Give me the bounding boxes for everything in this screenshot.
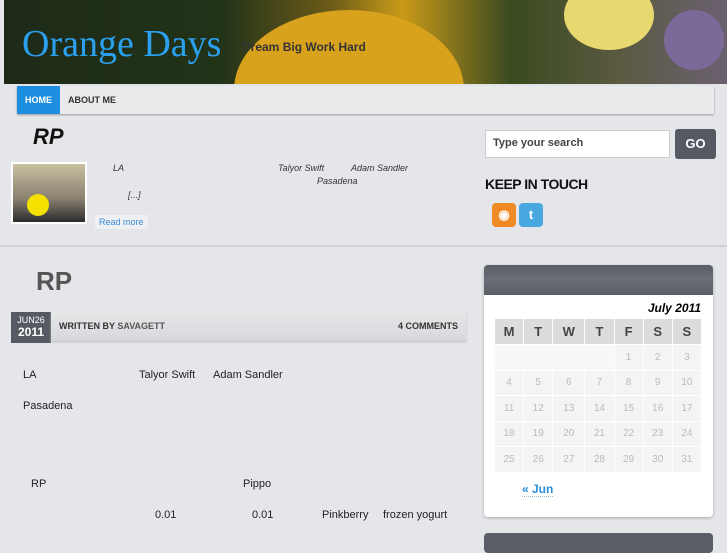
featured-excerpt-text: Adam Sandler bbox=[351, 163, 409, 173]
post-body-text: LA bbox=[23, 369, 37, 381]
calendar-empty-cell bbox=[495, 345, 614, 370]
post-body-text: Pasadena bbox=[23, 400, 73, 412]
calendar-day: 11 bbox=[495, 396, 524, 421]
calendar-table: MTWTFSS 1 2 3 4 5 6 7 8 9 10 11 12 13 14 15 16 17 18 19 20 2… bbox=[494, 318, 702, 473]
calendar-day: 21 bbox=[585, 421, 614, 446]
calendar-day: 28 bbox=[585, 447, 614, 472]
post-date-badge: JUN26 2011 bbox=[11, 312, 51, 343]
calendar-weekday-header: M bbox=[495, 319, 524, 344]
post-body-text: Pippo bbox=[243, 478, 272, 490]
nav-home[interactable]: HOME bbox=[17, 86, 60, 114]
calendar-day: 18 bbox=[495, 421, 524, 446]
calendar-day: 12 bbox=[524, 396, 553, 421]
post-meta-bar: WRITTEN BY SAVAGETT 4 COMMENTS bbox=[51, 312, 466, 341]
calendar-prev-month-link[interactable]: « Jun bbox=[522, 482, 554, 497]
post-body-text: 0.01 bbox=[155, 509, 177, 521]
author-link[interactable]: SAVAGETT bbox=[117, 321, 165, 331]
calendar-day: 23 bbox=[643, 421, 672, 446]
calendar-day: 7 bbox=[585, 370, 614, 395]
calendar-weekday-header: T bbox=[524, 319, 553, 344]
calendar-week-row: 18 19 20 21 22 23 24 bbox=[495, 421, 701, 446]
calendar-day: 22 bbox=[614, 421, 643, 446]
flower-decoration bbox=[664, 10, 724, 70]
featured-excerpt-ellipsis: [...] bbox=[128, 190, 141, 200]
post-body-text: frozen yogurt bbox=[383, 509, 448, 521]
header-banner: Orange Days Dream Big Work Hard bbox=[4, 0, 727, 84]
main-nav: HOME ABOUT ME bbox=[17, 86, 714, 114]
calendar-weekday-header: T bbox=[585, 319, 614, 344]
calendar-day: 30 bbox=[643, 447, 672, 472]
calendar-day: 16 bbox=[643, 396, 672, 421]
calendar-day: 10 bbox=[672, 370, 701, 395]
post-body-text: Talyor Swift bbox=[139, 369, 196, 381]
post-body-text: Adam Sandler bbox=[213, 369, 283, 381]
calendar-weekday-header: F bbox=[614, 319, 643, 344]
featured-excerpt-text: LA bbox=[113, 163, 125, 173]
comments-link[interactable]: 4 COMMENTS bbox=[398, 312, 458, 341]
widget-header bbox=[484, 265, 713, 295]
search-input[interactable]: Type your search bbox=[485, 130, 670, 158]
keep-in-touch-heading: KEEP IN TOUCH bbox=[485, 176, 588, 192]
post-body-text: RP bbox=[31, 478, 47, 490]
nav-about-me[interactable]: ABOUT ME bbox=[60, 86, 124, 114]
flower-decoration bbox=[564, 0, 654, 50]
featured-thumbnail[interactable] bbox=[11, 162, 87, 224]
calendar-widget: July 2011 MTWTFSS 1 2 3 4 5 6 7 8 9 10 11 12 13 14 15 1… bbox=[484, 265, 713, 517]
post-body-text: Pinkberry bbox=[322, 509, 369, 521]
divider bbox=[0, 245, 727, 247]
calendar-day: 4 bbox=[495, 370, 524, 395]
widget-header bbox=[484, 533, 713, 553]
written-by-label: WRITTEN BY bbox=[59, 321, 115, 331]
featured-excerpt-text: Pasadena bbox=[317, 176, 358, 186]
calendar-day: 1 bbox=[614, 345, 643, 370]
calendar-day: 15 bbox=[614, 396, 643, 421]
calendar-day: 17 bbox=[672, 396, 701, 421]
calendar-weekday-header: W bbox=[553, 319, 585, 344]
calendar-day: 5 bbox=[524, 370, 553, 395]
calendar-day: 8 bbox=[614, 370, 643, 395]
calendar-day: 26 bbox=[524, 447, 553, 472]
calendar-day: 20 bbox=[553, 421, 585, 446]
calendar-week-row: 123 bbox=[495, 345, 701, 370]
featured-excerpt-text: Talyor Swift bbox=[278, 163, 325, 173]
post-date-day: JUN26 bbox=[17, 315, 45, 325]
featured-title[interactable]: RP bbox=[33, 124, 64, 150]
rss-icon[interactable]: ◉ bbox=[492, 203, 516, 227]
twitter-icon[interactable]: t bbox=[519, 203, 543, 227]
calendar-day: 9 bbox=[643, 370, 672, 395]
calendar-day: 19 bbox=[524, 421, 553, 446]
calendar-day: 29 bbox=[614, 447, 643, 472]
calendar-day: 24 bbox=[672, 421, 701, 446]
calendar-day: 25 bbox=[495, 447, 524, 472]
calendar-day: 2 bbox=[643, 345, 672, 370]
read-more-link[interactable]: Read more bbox=[95, 215, 148, 229]
post-date-year: 2011 bbox=[17, 325, 45, 339]
site-title[interactable]: Orange Days bbox=[22, 22, 221, 66]
calendar-week-row: 4 5 6 7 8 9 10 bbox=[495, 370, 701, 395]
emoji-face-decoration bbox=[27, 194, 49, 216]
calendar-day: 14 bbox=[585, 396, 614, 421]
calendar-caption: July 2011 bbox=[647, 301, 701, 315]
calendar-day: 27 bbox=[553, 447, 585, 472]
calendar-day: 13 bbox=[553, 396, 585, 421]
calendar-week-row: 11 12 13 14 15 16 17 bbox=[495, 396, 701, 421]
site-tagline: Dream Big Work Hard bbox=[242, 40, 366, 54]
calendar-day: 6 bbox=[553, 370, 585, 395]
search-go-button[interactable]: GO bbox=[675, 129, 716, 159]
calendar-week-row: 25 26 27 28 29 30 31 bbox=[495, 447, 701, 472]
post-body-text: 0.01 bbox=[252, 509, 274, 521]
calendar-day: 3 bbox=[672, 345, 701, 370]
calendar-weekday-header: S bbox=[672, 319, 701, 344]
post-title[interactable]: RP bbox=[36, 266, 72, 297]
calendar-day: 31 bbox=[672, 447, 701, 472]
calendar-weekday-header: S bbox=[643, 319, 672, 344]
